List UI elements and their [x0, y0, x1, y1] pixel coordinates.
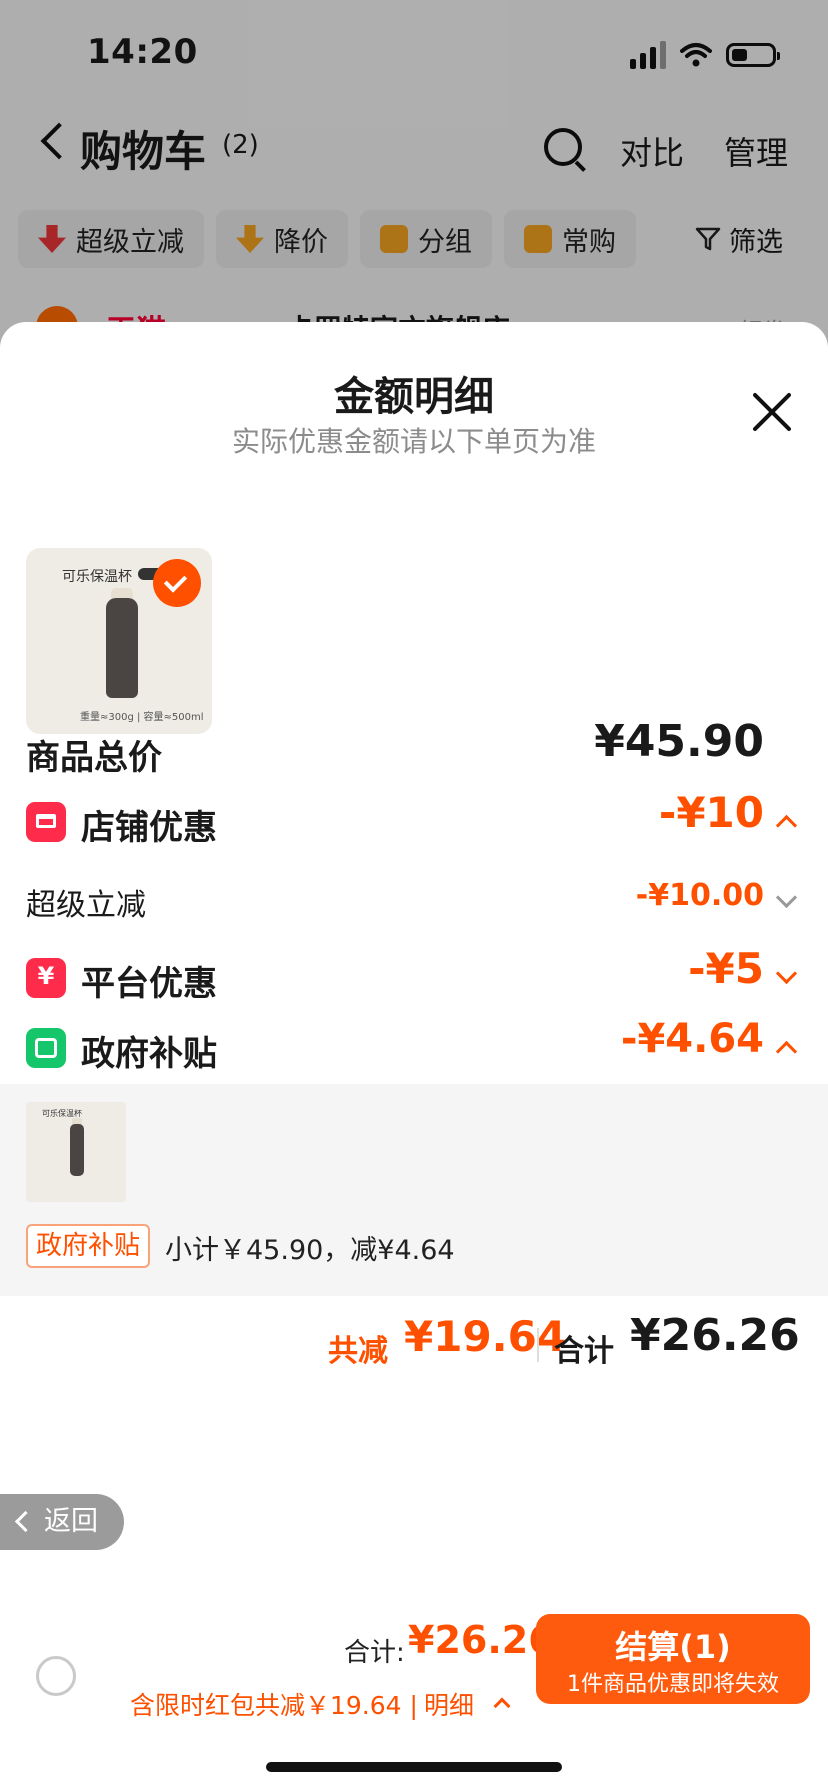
super-discount-label: 超级立减 [26, 888, 146, 923]
sum-value: ¥26.26 [630, 1310, 800, 1361]
chevron-up-icon[interactable] [493, 1697, 511, 1715]
gov-subsidy-tag: 政府补贴 [26, 1224, 151, 1268]
super-discount-value: -¥10.00 [635, 878, 764, 913]
gov-subsidy-detail: 可乐保温杯 政府补贴 小计￥45.90，减¥4.64 [0, 1084, 828, 1296]
detail-toggle[interactable]: 明细 [424, 1686, 474, 1722]
store-discount-label: 店铺优惠 [81, 808, 217, 848]
row-store-discount[interactable]: 店铺优惠 -¥10 [26, 788, 802, 852]
gov-subsidy-line: 小计￥45.90，减¥4.64 [165, 1235, 455, 1266]
platform-coupon-icon [26, 958, 66, 998]
return-button[interactable]: 返回 [0, 1494, 124, 1550]
chevron-up-icon[interactable] [775, 814, 798, 837]
bar-total-label: 合计: [344, 1638, 405, 1668]
home-indicator [266, 1762, 562, 1772]
chevron-left-icon [14, 1510, 37, 1533]
select-all-checkbox[interactable] [36, 1656, 76, 1696]
total-value: ¥45.90 [594, 716, 764, 767]
row-super-discount[interactable]: 超级立减 -¥10.00 [26, 872, 802, 932]
gov-subsidy-label: 政府补贴 [81, 1034, 217, 1074]
chevron-down-icon[interactable] [775, 962, 798, 985]
amount-detail-sheet: 金额明细 实际优惠金额请以下单页为准 可乐保温杯 重量≈300g | 容量≈50… [0, 322, 828, 1792]
thumb-title: 可乐保温杯 [62, 569, 132, 585]
sum-label: 合计 [554, 1334, 614, 1369]
checkout-sublabel: 1件商品优惠即将失效 [567, 1672, 779, 1697]
gov-product-thumbnail: 可乐保温杯 [26, 1102, 126, 1202]
bar-discount-line: 含限时红包共减￥19.64 | [130, 1691, 418, 1720]
platform-discount-value: -¥5 [688, 944, 764, 993]
store-discount-value: -¥10 [658, 788, 764, 837]
sheet-title: 金额明细 [334, 374, 494, 420]
chevron-up-icon[interactable] [775, 1040, 798, 1063]
total-label: 商品总价 [26, 738, 162, 778]
platform-discount-label: 平台优惠 [81, 964, 217, 1004]
selected-check-icon[interactable] [153, 559, 201, 607]
store-icon [26, 802, 66, 842]
checkout-label: 结算(1) [615, 1628, 731, 1666]
gov-subsidy-value: -¥4.64 [620, 1016, 764, 1062]
return-label: 返回 [44, 1506, 98, 1537]
divider [537, 1328, 539, 1362]
saved-label: 共减 [328, 1334, 388, 1369]
row-platform-discount[interactable]: 平台优惠 -¥5 [26, 944, 802, 1008]
close-icon[interactable] [750, 390, 794, 434]
bottle-image [70, 1124, 84, 1176]
modal-overlay[interactable] [0, 0, 828, 360]
bottle-image [106, 598, 138, 698]
checkout-button[interactable]: 结算(1) 1件商品优惠即将失效 [536, 1614, 810, 1704]
row-gov-subsidy[interactable]: 政府补贴 -¥4.64 [26, 1016, 802, 1078]
row-total-price: 商品总价 ¥45.90 [26, 716, 802, 782]
saved-value: ¥19.64 [404, 1312, 567, 1361]
thumb-footnote: 重量≈300g | 容量≈500ml [80, 712, 204, 723]
sheet-subtitle: 实际优惠金额请以下单页为准 [231, 425, 596, 458]
checkout-bar: 合计: ¥26.26 含限时红包共减￥19.64 | 明细 结算(1) 1件商品… [0, 1610, 828, 1750]
totals-summary: 共减 ¥19.64 合计 ¥26.26 [0, 1310, 828, 1380]
bar-total-value: ¥26.26 [408, 1618, 555, 1662]
gov-subsidy-icon [26, 1028, 66, 1068]
chevron-down-icon[interactable] [775, 886, 798, 909]
